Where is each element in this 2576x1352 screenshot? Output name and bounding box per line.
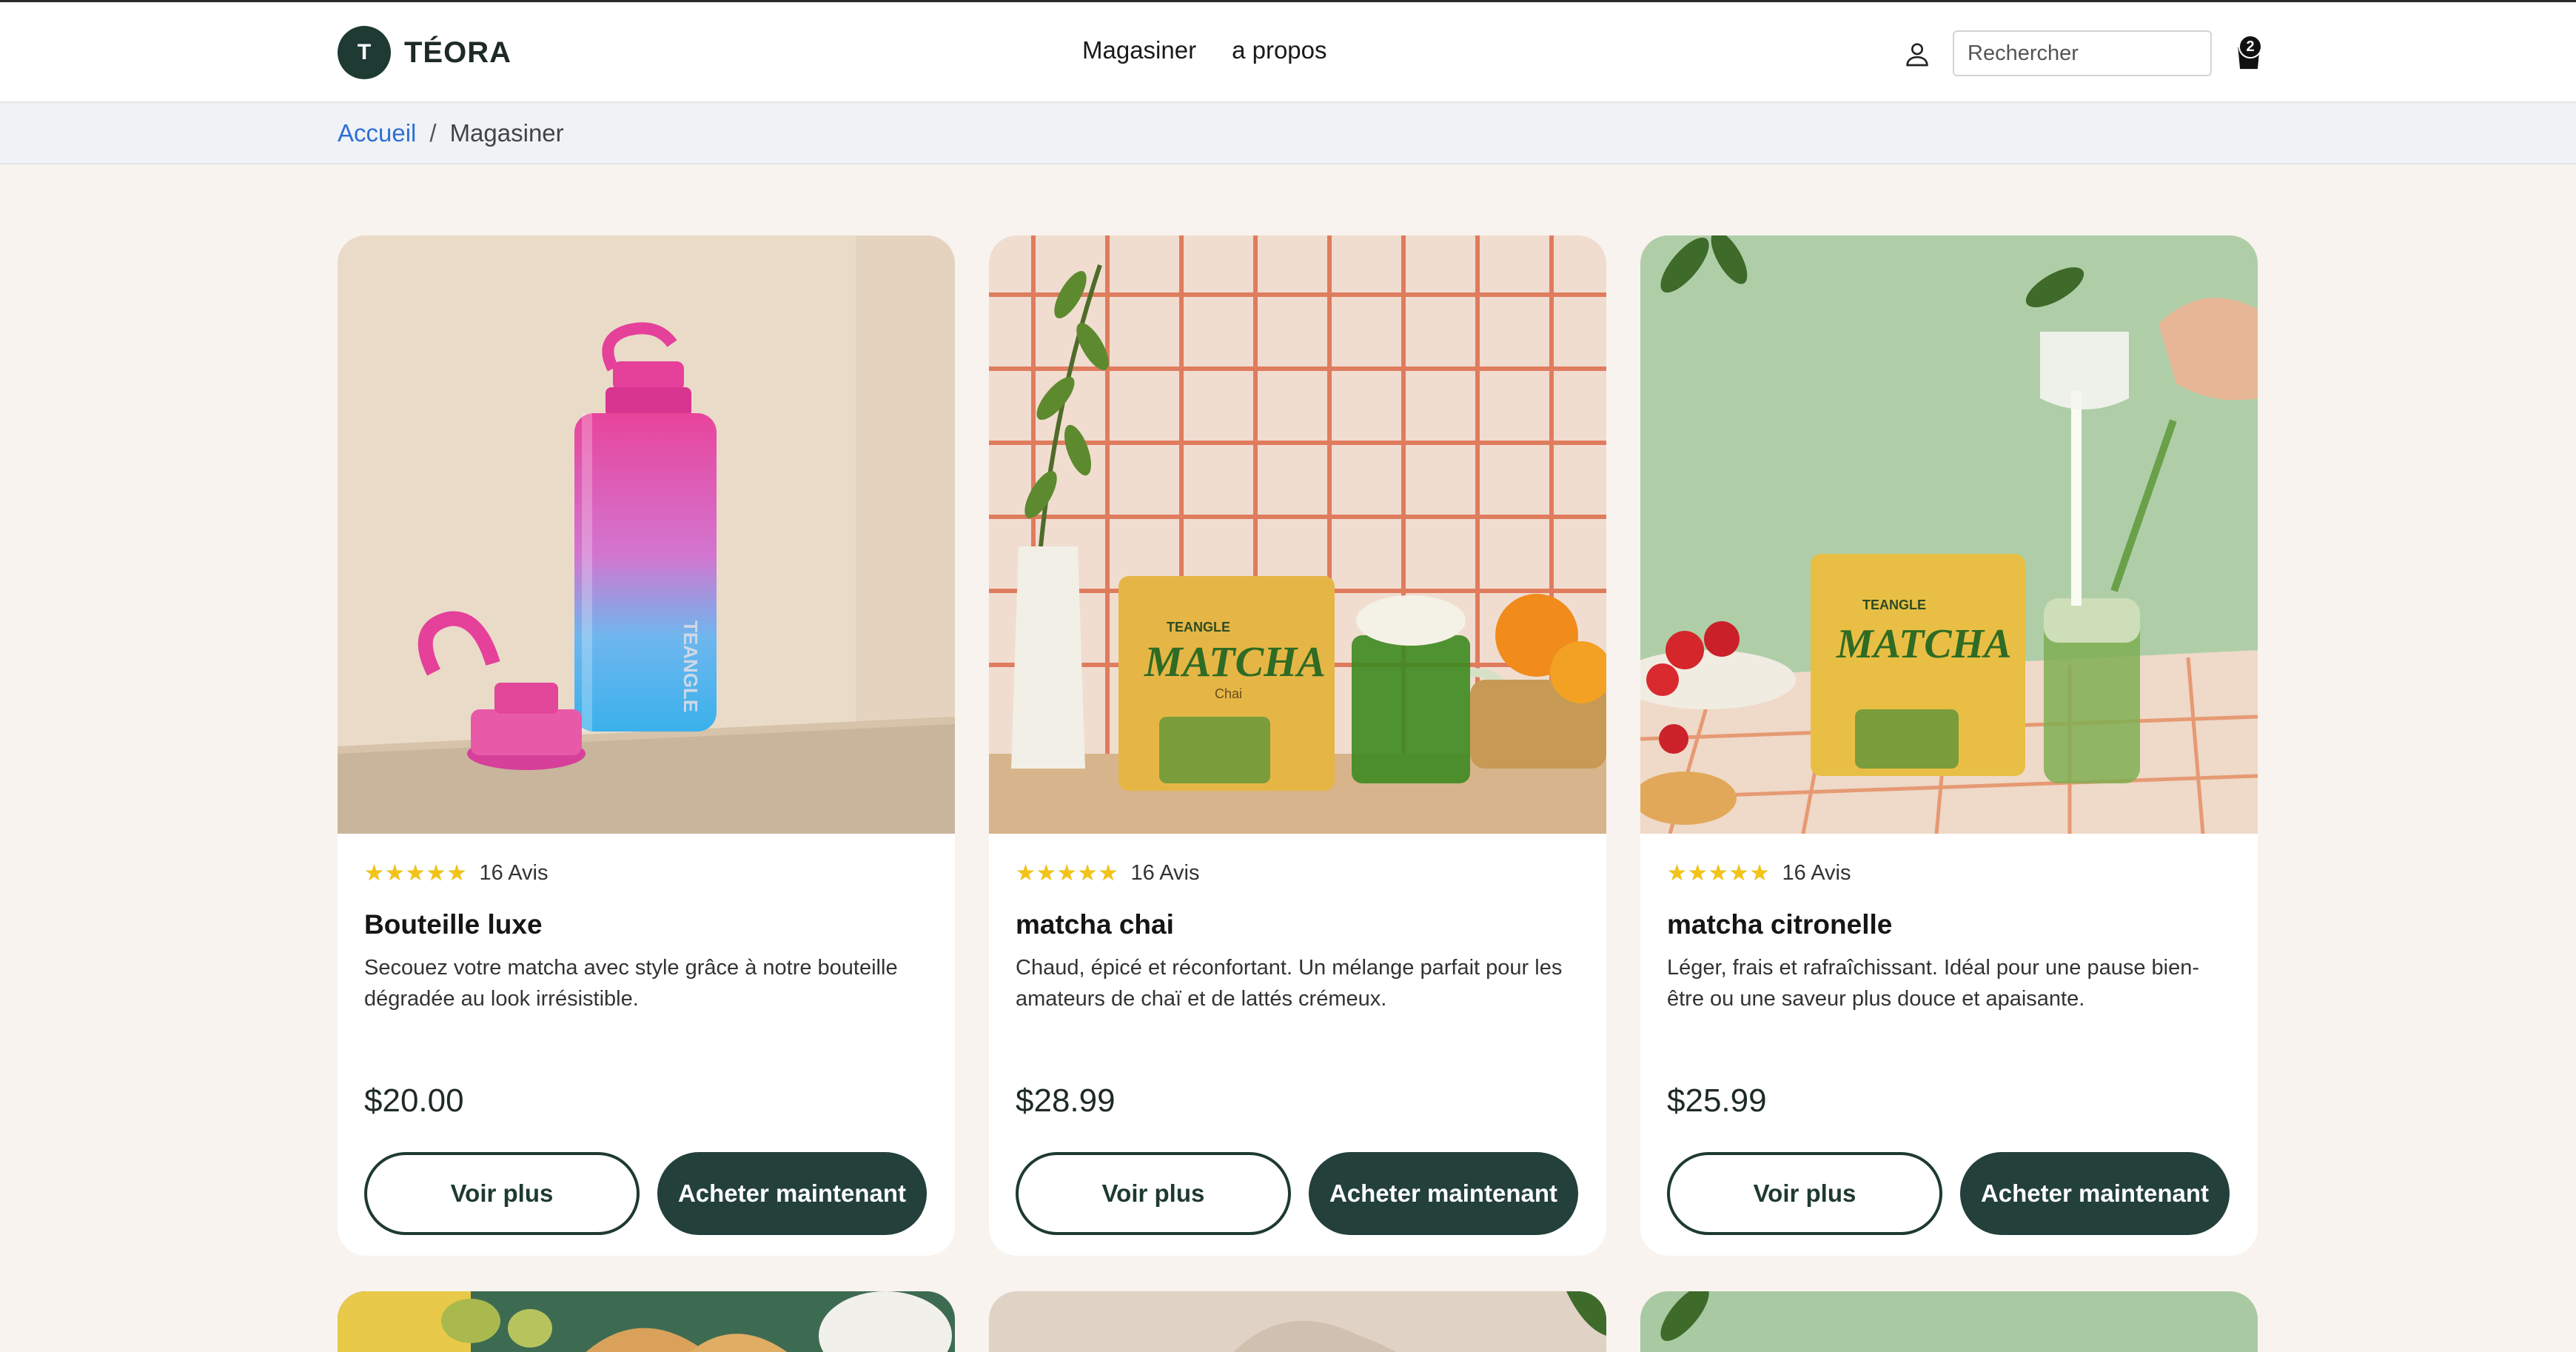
view-more-button[interactable]: Voir plus [1016, 1152, 1291, 1235]
buy-now-button[interactable]: Acheter maintenant [1960, 1152, 2230, 1235]
product-price: $25.99 [1667, 1082, 1767, 1119]
nav-item-shop[interactable]: Magasiner [1082, 36, 1196, 64]
product-card: TEANGLE MATCHA ★★★★★ 16 Avis matcha citr… [1640, 235, 2258, 1256]
main-nav: Magasiner a propos [1082, 36, 1327, 64]
top-navigation-bar: T TÉORA Magasiner a propos 2 [0, 0, 2576, 103]
buy-now-button[interactable]: Acheter maintenant [1309, 1152, 1578, 1235]
product-image-bottle[interactable]: TEANGLE [338, 235, 955, 834]
svg-text:MATCHA: MATCHA [1836, 621, 2012, 667]
product-card: TEANGLE ★★★★★ 16 Avis Bouteille luxe Sec… [338, 235, 955, 1256]
star-rating-icon: ★★★★★ [1016, 861, 1119, 886]
product-price: $28.99 [1016, 1082, 1116, 1119]
product-rating: ★★★★★ 16 Avis [364, 860, 548, 886]
nav-item-about[interactable]: a propos [1232, 36, 1326, 64]
review-count[interactable]: 16 Avis [479, 861, 548, 886]
product-rating: ★★★★★ 16 Avis [1667, 860, 1851, 886]
brand-logo[interactable]: T TÉORA [338, 26, 511, 79]
product-image-matcha-citronelle[interactable]: TEANGLE MATCHA [1640, 235, 2258, 834]
logo-text: TÉORA [404, 36, 511, 69]
product-price: $20.00 [364, 1082, 464, 1119]
product-image-partial[interactable] [338, 1291, 955, 1352]
logo-mark: T [338, 26, 391, 79]
svg-text:TEANGLE: TEANGLE [1862, 598, 1926, 612]
search-input[interactable] [1953, 30, 2212, 76]
svg-text:TEANGLE: TEANGLE [1167, 620, 1230, 635]
product-title[interactable]: Bouteille luxe [364, 909, 543, 940]
product-description: Chaud, épicé et réconfortant. Un mélange… [1016, 956, 1563, 1011]
product-rating: ★★★★★ 16 Avis [1016, 860, 1199, 886]
breadcrumb-bar: Accueil / Magasiner [0, 103, 2576, 164]
star-rating-icon: ★★★★★ [1667, 861, 1771, 886]
breadcrumb-home-link[interactable]: Accueil [338, 119, 416, 147]
svg-text:Chai: Chai [1215, 686, 1242, 701]
view-more-button[interactable]: Voir plus [1667, 1152, 1942, 1235]
review-count[interactable]: 16 Avis [1782, 861, 1851, 886]
product-card: TEANGLE MATCHA Chai ★★★★★ 16 Avis matcha… [989, 235, 1606, 1256]
product-image-matcha-chai[interactable]: TEANGLE MATCHA Chai [989, 235, 1606, 834]
breadcrumb-separator: / [429, 119, 437, 147]
product-description: Léger, frais et rafraîchissant. Idéal po… [1667, 956, 2199, 1011]
product-image-partial[interactable] [989, 1291, 1606, 1352]
star-rating-icon: ★★★★★ [364, 861, 468, 886]
svg-text:TEANGLE: TEANGLE [680, 620, 702, 712]
breadcrumb: Accueil / Magasiner [338, 119, 564, 147]
review-count[interactable]: 16 Avis [1130, 861, 1199, 886]
user-icon[interactable] [1902, 39, 1932, 69]
view-more-button[interactable]: Voir plus [364, 1152, 640, 1235]
breadcrumb-current: Magasiner [449, 119, 564, 147]
product-image-partial[interactable] [1640, 1291, 2258, 1352]
product-title[interactable]: matcha citronelle [1667, 909, 1892, 940]
svg-text:MATCHA: MATCHA [1144, 637, 1326, 686]
product-title[interactable]: matcha chai [1016, 909, 1174, 940]
cart-count-badge: 2 [2238, 35, 2262, 58]
product-description: Secouez votre matcha avec style grâce à … [364, 956, 898, 1011]
buy-now-button[interactable]: Acheter maintenant [657, 1152, 927, 1235]
